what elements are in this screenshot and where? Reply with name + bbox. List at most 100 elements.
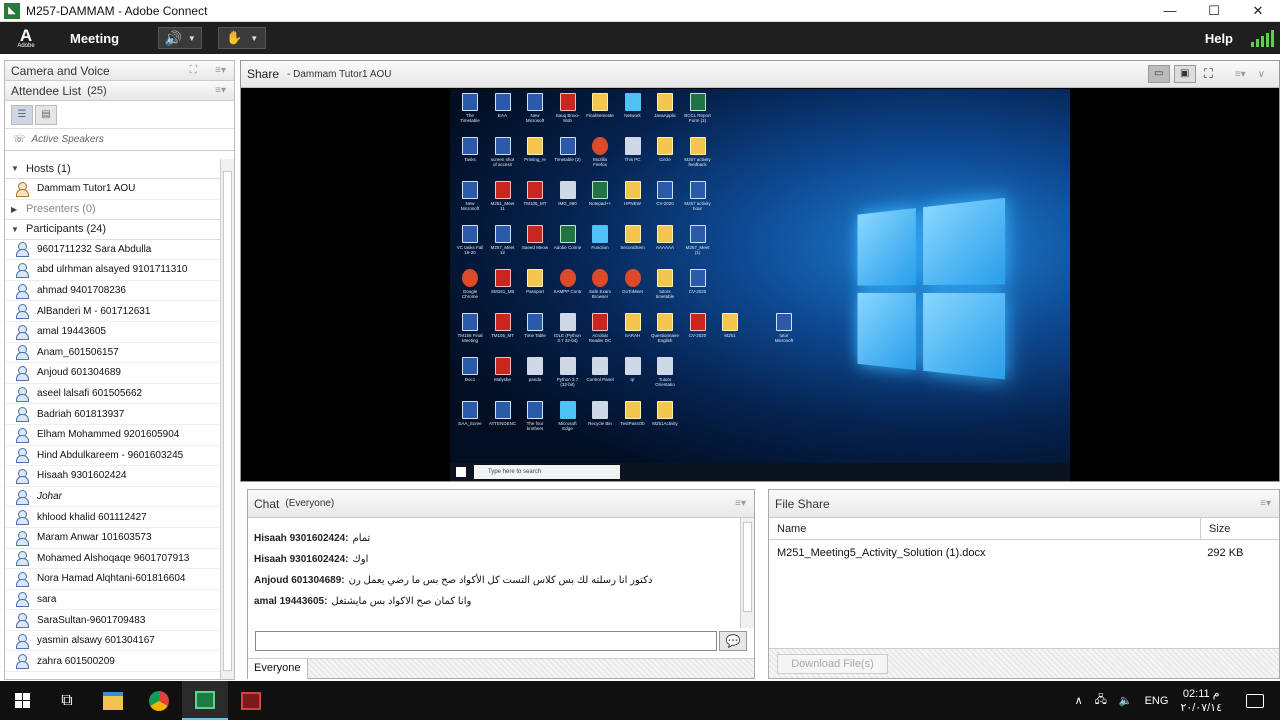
help-menu[interactable]: Help xyxy=(1205,31,1233,46)
shared-taskbar: Type here to search xyxy=(450,463,1070,481)
pod-menu-icon[interactable]: ≡▾ xyxy=(215,65,226,76)
windows-logo-icon xyxy=(14,693,30,708)
fullscreen-icon[interactable]: ⛶ xyxy=(189,64,197,77)
send-message-button[interactable]: 💬 xyxy=(719,631,747,651)
participant-row[interactable]: khlood khalid 601112427 xyxy=(5,507,221,528)
list-view-icon[interactable]: ☰ xyxy=(11,104,33,125)
desktop-icon: Safe Exam Browser xyxy=(586,269,614,299)
desktop-icon-label: Tasks xyxy=(464,157,476,162)
col-name[interactable]: Name xyxy=(769,517,1201,540)
file-icon xyxy=(592,181,608,199)
actual-size-icon[interactable]: ▭ xyxy=(1147,65,1170,83)
attendee-scrollbar[interactable] xyxy=(220,159,234,679)
chevron-down-icon[interactable]: ▼ xyxy=(250,34,258,43)
status-button[interactable]: ✋ ▼ xyxy=(218,27,267,49)
participant-row[interactable]: Maram Anwar 101603573 xyxy=(5,528,221,549)
participant-row[interactable]: Badriah 601813937 xyxy=(5,404,221,425)
participant-row[interactable]: ahmad 9401708236 xyxy=(5,281,221,302)
collapse-triangle-icon[interactable]: ▶ xyxy=(11,205,19,214)
notifications-icon[interactable] xyxy=(1246,693,1264,708)
participant-row[interactable]: abd ulrhman alsayed 9101711310 xyxy=(5,260,221,281)
start-button[interactable] xyxy=(0,681,44,720)
desktop-icon: Function xyxy=(586,225,614,250)
chat-message: Anjoud 601304689: دكتور انا رسلته لك بس ك… xyxy=(254,570,735,591)
expand-triangle-icon[interactable]: ▼ xyxy=(11,164,19,173)
breakout-view-icon[interactable]: ▤ xyxy=(35,104,57,125)
participant-row[interactable]: SaraSultan-9601709483 xyxy=(5,610,221,631)
desktop-icon: M257_Meet (1) xyxy=(684,225,712,255)
participant-row[interactable]: Hind Abdulkareem - 9601603245 xyxy=(5,446,221,467)
participant-row[interactable]: zahra 601500209 xyxy=(5,651,221,673)
expand-triangle-icon[interactable]: ▼ xyxy=(11,225,19,234)
participant-row[interactable]: sara xyxy=(5,590,221,611)
pod-menu-icon[interactable]: ≡▾ xyxy=(1235,69,1246,80)
taskbar-app[interactable] xyxy=(228,681,274,720)
desktop-icon-label: IMG_980 xyxy=(558,201,577,206)
pod-menu-icon[interactable]: ≡▾ xyxy=(1260,498,1271,509)
shared-desktop: The Timetable EAA New Microsoft Sauq Bnoo-M… xyxy=(450,89,1070,481)
taskbar-chrome[interactable] xyxy=(136,681,182,720)
windows-wallpaper-logo xyxy=(857,197,1008,387)
participant-row[interactable]: 9601711232 Sara Abdulla xyxy=(5,240,221,261)
participant-row[interactable]: AlBanderi M - 601712631 xyxy=(5,301,221,322)
speaker-button[interactable]: 🔊 ▼ xyxy=(158,27,203,49)
clock[interactable]: 02:11 م ٢٠/٠٧/١٤ xyxy=(1180,687,1222,715)
file-icon xyxy=(462,181,478,199)
volume-icon[interactable]: 🔈 xyxy=(1119,694,1133,707)
maximize-button[interactable]: ☐ xyxy=(1192,0,1236,22)
participant-row[interactable]: Nora Hamad Alqhtani-601816604 xyxy=(5,569,221,590)
desktop-icon: Malyshe xyxy=(489,357,517,382)
desktop-icon: Printing_re xyxy=(521,137,549,162)
minimize-button[interactable]: — xyxy=(1148,0,1192,22)
participant-row[interactable]: Anam_601506157 xyxy=(5,343,221,364)
chat-input[interactable] xyxy=(255,631,717,651)
close-button[interactable]: ✕ xyxy=(1236,0,1280,22)
file-icon xyxy=(559,137,576,155)
file-icon xyxy=(462,401,478,419)
tab-everyone[interactable]: Everyone xyxy=(248,659,308,679)
participant-row[interactable]: Elham Mohammed 9201605904 xyxy=(5,425,221,446)
participant-row[interactable]: Johar xyxy=(5,487,221,508)
hosts-group[interactable]: ▼ Hosts (1) xyxy=(5,159,221,179)
collapse-right-icon[interactable]: ∨ xyxy=(1258,69,1265,80)
fullscreen-icon[interactable]: ⛶ xyxy=(1204,66,1213,82)
chat-scrollbar[interactable] xyxy=(740,518,754,628)
desktop-icon: qr xyxy=(619,357,647,382)
table-row[interactable]: M251_Meeting5_Activity_Solution (1).docx… xyxy=(769,542,1279,564)
file-icon xyxy=(689,181,706,199)
meeting-menu[interactable]: Meeting xyxy=(70,31,119,46)
network-icon[interactable]: 🖧 xyxy=(1095,691,1107,710)
chat-sender: amal 19443605: xyxy=(254,596,328,607)
participant-name: ahmad 9401708236 xyxy=(37,285,126,297)
participant-row[interactable]: yasmin alsawy 601304167 xyxy=(5,631,221,652)
download-files-button[interactable]: Download File(s) xyxy=(777,654,888,674)
chevron-up-icon[interactable]: ∧ xyxy=(1075,694,1083,707)
task-view-button[interactable]: ⧉ xyxy=(44,681,90,720)
participant-row[interactable]: amal 19443605 xyxy=(5,322,221,343)
desktop-icon-label: This PC xyxy=(624,157,641,162)
chevron-down-icon[interactable]: ▼ xyxy=(188,34,196,43)
participant-row[interactable]: aseel lalsafi 601505662 xyxy=(5,384,221,405)
participant-row[interactable]: Mohamed Alshoqaqe 9601707913 xyxy=(5,549,221,570)
pod-menu-icon[interactable]: ≡▾ xyxy=(735,498,746,509)
pod-menu-icon[interactable]: ≡▾ xyxy=(215,85,226,96)
participant-row[interactable]: Anjoud 601304689 xyxy=(5,363,221,384)
taskbar-file-explorer[interactable] xyxy=(90,681,136,720)
desktop-icon-label: Malyshe xyxy=(494,377,511,382)
language-indicator[interactable]: ENG xyxy=(1145,695,1169,707)
presenters-group[interactable]: ▶ Presenters (0) xyxy=(5,200,221,220)
participant-row[interactable]: Hisaah 9301602424 xyxy=(5,466,221,487)
fit-to-screen-icon[interactable]: ▣ xyxy=(1173,65,1196,83)
file-icon xyxy=(559,93,576,111)
desktop-icon-label: tutors timetable xyxy=(655,289,675,299)
taskbar-adobe-connect[interactable] xyxy=(182,681,228,720)
participant-name: Maram Anwar 101603573 xyxy=(37,532,152,544)
desktop-icon: CV-2020 xyxy=(651,181,679,206)
participant-icon xyxy=(15,448,29,464)
participants-group[interactable]: ▼ Participants (24) xyxy=(5,220,221,240)
col-size[interactable]: Size xyxy=(1201,523,1230,535)
host-row[interactable]: Dammam Tutor1 AOU xyxy=(5,179,221,200)
participant-icon xyxy=(15,283,29,299)
desktop-icon-label: M257_Meet (1) xyxy=(685,245,710,255)
chat-audience: (Everyone) xyxy=(285,498,335,509)
